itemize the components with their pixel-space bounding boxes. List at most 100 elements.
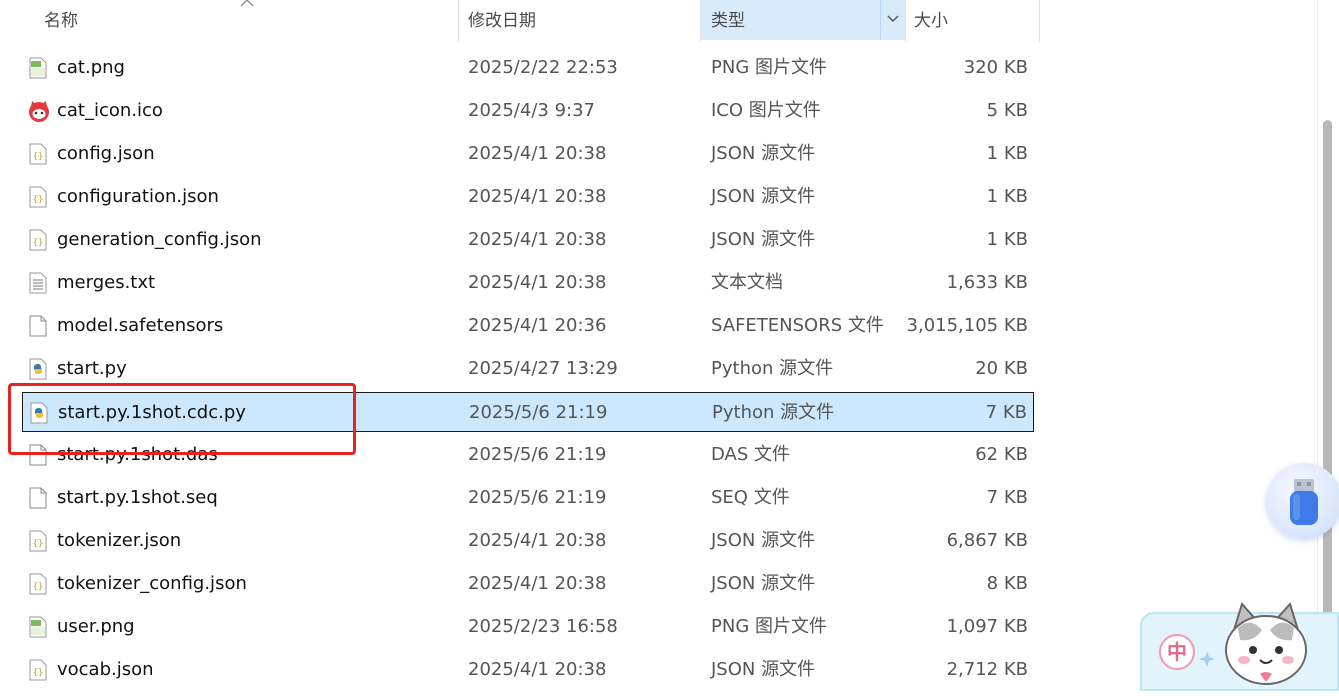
file-size: 1 KB (986, 143, 1028, 164)
file-type: SAFETENSORS 文件 (711, 315, 884, 336)
json-file-icon: {} (28, 659, 48, 681)
file-name: generation_config.json (57, 229, 262, 250)
file-type: PNG 图片文件 (711, 57, 827, 78)
file-size: 2,712 KB (946, 659, 1028, 680)
json-file-icon: {} (28, 143, 48, 165)
file-modified-date: 2025/5/6 21:19 (469, 402, 608, 423)
usb-device-bubble[interactable] (1266, 463, 1339, 539)
file-modified-date: 2025/5/6 21:19 (468, 444, 607, 465)
file-row[interactable]: start.py.1shot.seq 2025/5/6 21:19 SEQ 文件 7 … (22, 478, 1034, 518)
file-type: 文本文档 (711, 272, 783, 293)
file-modified-date: 2025/2/23 16:58 (468, 616, 618, 637)
file-modified-date: 2025/4/27 13:29 (468, 358, 618, 379)
file-type: SEQ 文件 (711, 487, 790, 508)
svg-text:{}: {} (33, 238, 44, 248)
file-name: start.py.1shot.seq (57, 487, 218, 508)
file-modified-date: 2025/4/1 20:38 (468, 186, 607, 207)
sort-ascending-icon (240, 0, 254, 7)
file-name: cat.png (57, 57, 125, 78)
scrollbar-thumb[interactable] (1323, 120, 1332, 680)
file-modified-date: 2025/4/1 20:38 (468, 659, 607, 680)
column-header-size[interactable]: 大小 (914, 0, 948, 42)
svg-text:{}: {} (33, 195, 44, 205)
file-row[interactable]: {} tokenizer_config.json 2025/4/1 20:38 JSO… (22, 564, 1034, 604)
text-file-icon (28, 272, 48, 294)
file-size: 1,633 KB (946, 272, 1028, 293)
cat-face-icon (28, 100, 49, 122)
column-divider[interactable] (1039, 0, 1040, 42)
svg-text:{}: {} (33, 539, 44, 549)
file-name: config.json (57, 143, 155, 164)
file-row[interactable]: user.png 2025/2/23 16:58 PNG 图片文件 1,097 KB (22, 607, 1034, 647)
file-row[interactable]: {} configuration.json 2025/4/1 20:38 JSON 源… (22, 177, 1034, 217)
svg-text:{}: {} (33, 152, 44, 162)
chevron-down-icon (887, 15, 899, 22)
json-file-icon: {} (28, 186, 48, 208)
column-header-date[interactable]: 修改日期 (468, 0, 536, 42)
ime-toolbar[interactable]: 中 (1140, 602, 1339, 691)
file-size: 1,097 KB (946, 616, 1028, 637)
column-filter-dropdown[interactable] (880, 0, 905, 40)
column-divider[interactable] (458, 0, 459, 42)
file-modified-date: 2025/4/3 9:37 (468, 100, 595, 121)
sparkle-icon (1199, 651, 1215, 667)
png-file-icon (28, 616, 48, 638)
file-row[interactable]: cat_icon.ico 2025/4/3 9:37 ICO 图片文件 5 KB (22, 91, 1034, 131)
blank-file-icon (28, 315, 48, 337)
file-size: 62 KB (975, 444, 1028, 465)
file-row[interactable]: {} vocab.json 2025/4/1 20:38 JSON 源文件 2,712 … (22, 650, 1034, 690)
json-file-icon: {} (28, 229, 48, 251)
column-header-bar: 名称 修改日期 类型 大小 (0, 0, 1040, 42)
column-divider[interactable] (905, 0, 906, 42)
file-type: DAS 文件 (711, 444, 791, 465)
file-name: cat_icon.ico (57, 100, 163, 121)
svg-text:{}: {} (33, 668, 44, 678)
file-modified-date: 2025/4/1 20:38 (468, 229, 607, 250)
file-size: 320 KB (963, 57, 1028, 78)
file-modified-date: 2025/4/1 20:38 (468, 272, 607, 293)
file-type: ICO 图片文件 (711, 100, 821, 121)
file-modified-date: 2025/2/22 22:53 (468, 57, 618, 78)
file-row[interactable]: model.safetensors 2025/4/1 20:36 SAFETENSO… (22, 306, 1034, 346)
file-size: 20 KB (975, 358, 1028, 379)
file-size: 1 KB (986, 186, 1028, 207)
file-modified-date: 2025/5/6 21:19 (468, 487, 607, 508)
blank-file-icon (28, 487, 48, 509)
file-size: 7 KB (985, 402, 1027, 423)
file-size: 7 KB (986, 487, 1028, 508)
red-highlight-box (8, 383, 356, 455)
file-size: 3,015,105 KB (906, 315, 1028, 336)
file-type: Python 源文件 (711, 358, 834, 379)
file-type: PNG 图片文件 (711, 616, 827, 637)
column-header-name[interactable]: 名称 (44, 0, 78, 42)
file-row[interactable]: cat.png 2025/2/22 22:53 PNG 图片文件 320 KB (22, 48, 1034, 88)
file-name: vocab.json (57, 659, 154, 680)
python-file-icon (28, 358, 48, 380)
file-size: 8 KB (986, 573, 1028, 594)
file-type: JSON 源文件 (711, 530, 816, 551)
file-size: 5 KB (986, 100, 1028, 121)
png-file-icon (28, 57, 48, 79)
file-size: 6,867 KB (946, 530, 1028, 551)
file-row[interactable]: {} generation_config.json 2025/4/1 20:38 JS… (22, 220, 1034, 260)
cat-mascot-icon (1225, 602, 1307, 685)
file-row[interactable]: {} tokenizer.json 2025/4/1 20:38 JSON 源文件 6,… (22, 521, 1034, 561)
column-header-type[interactable]: 类型 (711, 0, 745, 42)
file-name: model.safetensors (57, 315, 224, 336)
file-name: merges.txt (57, 272, 156, 293)
json-file-icon: {} (28, 530, 48, 552)
file-type: JSON 源文件 (711, 659, 816, 680)
file-type: Python 源文件 (712, 402, 835, 423)
file-type: JSON 源文件 (711, 186, 816, 207)
svg-text:{}: {} (33, 582, 44, 592)
file-name: tokenizer.json (57, 530, 182, 551)
file-row[interactable]: {} config.json 2025/4/1 20:38 JSON 源文件 1 KB (22, 134, 1034, 174)
file-type: JSON 源文件 (711, 229, 816, 250)
file-name: tokenizer_config.json (57, 573, 247, 594)
file-modified-date: 2025/4/1 20:36 (468, 315, 607, 336)
file-modified-date: 2025/4/1 20:38 (468, 573, 607, 594)
file-modified-date: 2025/4/1 20:38 (468, 143, 607, 164)
file-modified-date: 2025/4/1 20:38 (468, 530, 607, 551)
file-row[interactable]: merges.txt 2025/4/1 20:38 文本文档 1,633 KB (22, 263, 1034, 303)
file-name: user.png (57, 616, 135, 637)
